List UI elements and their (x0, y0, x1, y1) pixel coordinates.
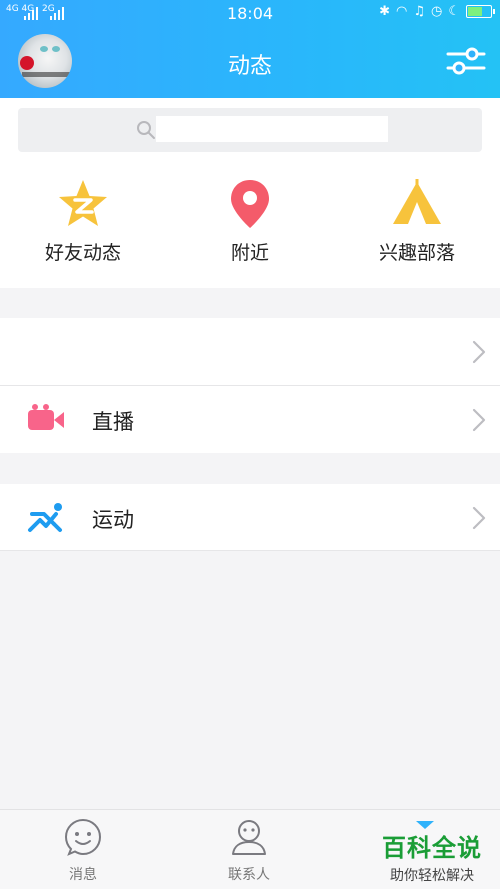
bluetooth-icon: ✱ (379, 4, 390, 19)
contact-person-icon (232, 820, 266, 855)
chevron-right-icon (472, 506, 486, 530)
page-title: 动态 (227, 54, 272, 79)
status-icons: ✱ ◠ ♫ ◷ ☾ (379, 4, 495, 19)
tab-contacts[interactable]: 联系人 (184, 818, 314, 884)
quick-action-label: 附近 (230, 242, 269, 264)
list-item-live[interactable]: 直播 (0, 386, 500, 453)
running-icon (28, 503, 62, 532)
alarm-icon: ◷ (431, 4, 443, 19)
filter-settings-button[interactable] (446, 44, 486, 78)
video-camera-icon (28, 404, 64, 430)
list-item-label: 直播 (92, 410, 134, 434)
quick-action-interest-tribe[interactable]: 兴趣部落 (342, 178, 492, 265)
battery-icon (466, 5, 495, 18)
smile-chat-icon (64, 818, 102, 856)
list-item-label: 运动 (92, 508, 134, 532)
tab-messages[interactable]: 消息 (18, 818, 148, 884)
tent-icon (393, 179, 441, 224)
watermark-subtitle: 助你轻松解决 (390, 868, 474, 884)
quick-actions: 好友动态 附近 兴趣部落 (0, 162, 500, 288)
divider (0, 550, 500, 551)
search-input[interactable] (156, 116, 388, 142)
qzone-star-icon (59, 180, 107, 226)
list-item-sport[interactable]: 运动 (0, 484, 500, 551)
list-item-blank[interactable] (0, 318, 500, 385)
headset-icon: ◠ (396, 4, 408, 19)
location-pin-icon (231, 180, 269, 228)
tab-label: 联系人 (228, 867, 270, 883)
tab-label: 消息 (69, 867, 97, 883)
app-header: 4G 4G 2G 18:04 ✱ ◠ ♫ ◷ ☾ 动态 (0, 0, 500, 98)
quick-action-friends-feed[interactable]: 好友动态 (8, 178, 158, 265)
quick-action-label: 好友动态 (44, 242, 121, 264)
moon-icon: ☾ (448, 4, 460, 19)
quick-action-nearby[interactable]: 附近 (175, 178, 325, 265)
chevron-right-icon (472, 340, 486, 364)
search-icon (137, 121, 155, 139)
search-bar[interactable] (18, 108, 482, 152)
sliders-icon (446, 47, 486, 75)
bell-off-icon: ♫ (413, 4, 425, 19)
status-bar: 4G 4G 2G 18:04 ✱ ◠ ♫ ◷ ☾ (0, 0, 500, 28)
search-section (0, 98, 500, 162)
watermark-title: 百科全说 (382, 834, 482, 862)
watermark: 百科全说 助你轻松解决 (376, 828, 488, 885)
quick-action-label: 兴趣部落 (378, 242, 455, 264)
chevron-right-icon (472, 408, 486, 432)
